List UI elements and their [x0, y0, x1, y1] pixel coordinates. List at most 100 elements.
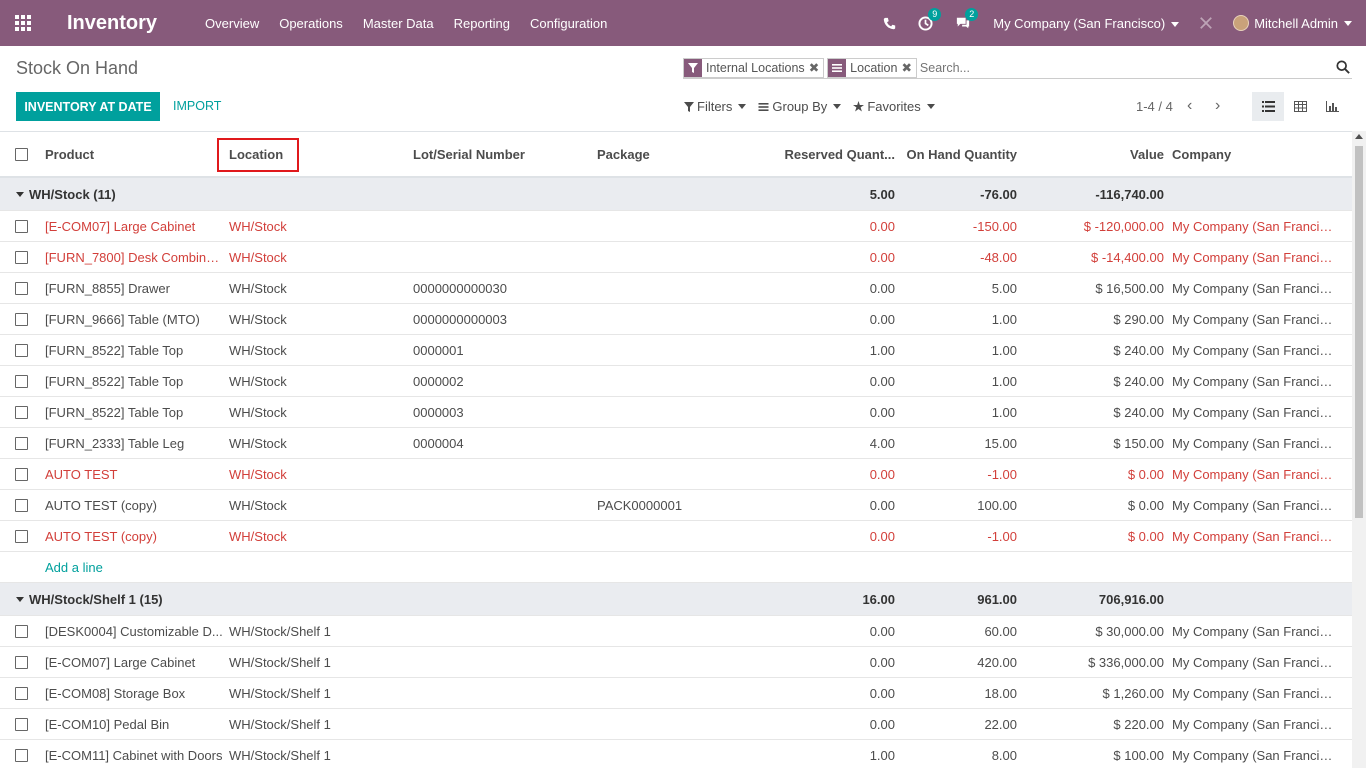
cell-reserved: 0.00	[869, 497, 895, 513]
column-header-company[interactable]: Company	[1172, 132, 1334, 176]
menu-overview[interactable]: Overview	[205, 16, 259, 31]
row-checkbox[interactable]	[15, 687, 28, 700]
row-checkbox[interactable]	[15, 718, 28, 731]
column-header-package[interactable]: Package	[597, 132, 775, 176]
column-header-value[interactable]: Value	[1023, 132, 1164, 176]
star-icon	[853, 101, 865, 112]
filters-dropdown[interactable]: Filters	[684, 99, 747, 114]
table-row[interactable]: [FURN_8855] Drawer WH/Stock 0000000000030 0…	[0, 273, 1352, 304]
cell-product: [FURN_8855] Drawer	[45, 280, 170, 296]
cell-onhand: 18.00	[984, 685, 1017, 701]
table-row[interactable]: [FURN_7800] Desk Combinat... WH/Stock 0.00…	[0, 242, 1352, 273]
table-row[interactable]: AUTO TEST (copy) WH/Stock 0.00 -1.00 $ 0.00 M…	[0, 521, 1352, 552]
pager-previous-icon[interactable]: ‹	[1187, 98, 1192, 114]
app-menu-icon[interactable]	[0, 0, 46, 46]
select-all-checkbox[interactable]	[15, 148, 28, 161]
search-facet-location[interactable]: Location ✖	[827, 57, 917, 78]
cell-product: [FURN_2333] Table Leg	[45, 435, 185, 451]
column-header-product[interactable]: Product	[45, 132, 223, 176]
menu-operations[interactable]: Operations	[279, 16, 343, 31]
search-facet-internal-locations[interactable]: Internal Locations ✖	[683, 57, 825, 78]
table-row[interactable]: AUTO TEST (copy) WH/Stock PACK0000001 0.00 1…	[0, 490, 1352, 521]
table-row[interactable]: [FURN_8522] Table Top WH/Stock 0000002 0.00…	[0, 366, 1352, 397]
scroll-thumb[interactable]	[1355, 146, 1363, 518]
graph-view-icon[interactable]	[1316, 92, 1348, 121]
menu-master-data[interactable]: Master Data	[363, 16, 434, 31]
remove-facet-icon[interactable]: ✖	[901, 59, 915, 77]
row-checkbox[interactable]	[15, 220, 28, 233]
row-checkbox[interactable]	[15, 468, 28, 481]
list-view-icon[interactable]	[1252, 92, 1284, 121]
table-row[interactable]: [DESK0004] Customizable D... WH/Stock/She…	[0, 616, 1352, 647]
cell-product: AUTO TEST	[45, 466, 118, 482]
cell-package	[597, 273, 775, 303]
favorites-dropdown[interactable]: Favorites	[853, 99, 935, 114]
cell-lot	[413, 616, 591, 646]
cell-package	[597, 335, 775, 365]
row-checkbox[interactable]	[15, 656, 28, 669]
column-header-onhand[interactable]: On Hand Quantity	[901, 132, 1018, 176]
facet-label: Internal Locations	[706, 60, 805, 75]
phone-icon[interactable]	[883, 17, 896, 30]
cell-package	[597, 366, 775, 396]
cell-reserved: 0.00	[869, 528, 895, 544]
row-checkbox[interactable]	[15, 749, 28, 762]
table-row[interactable]: [E-COM07] Large Cabinet WH/Stock/Shelf 1 0…	[0, 647, 1352, 678]
app-title[interactable]: Inventory	[67, 12, 157, 35]
table-row[interactable]: [FURN_2333] Table Leg WH/Stock 0000004 4.00…	[0, 428, 1352, 459]
groupby-dropdown[interactable]: Group By	[758, 99, 842, 114]
table-row[interactable]: [E-COM11] Cabinet with Doors WH/Stock/She…	[0, 740, 1352, 768]
column-header-lot[interactable]: Lot/Serial Number	[413, 132, 591, 176]
top-navbar: Inventory Overview Operations Master Dat…	[0, 0, 1366, 46]
caret-down-icon	[16, 192, 24, 197]
pager-value[interactable]: 1-4 / 4	[1136, 99, 1173, 114]
user-menu[interactable]: Mitchell Admin	[1233, 15, 1352, 31]
row-checkbox[interactable]	[15, 282, 28, 295]
search-input[interactable]	[919, 57, 1352, 78]
search-icon[interactable]	[1336, 60, 1350, 77]
cell-company: My Company (San Francis...	[1172, 685, 1334, 701]
row-checkbox[interactable]	[15, 625, 28, 638]
row-checkbox[interactable]	[15, 313, 28, 326]
row-checkbox[interactable]	[15, 251, 28, 264]
cell-location: WH/Stock	[229, 466, 287, 482]
inventory-at-date-button[interactable]: INVENTORY AT DATE	[16, 92, 160, 121]
menu-configuration[interactable]: Configuration	[530, 16, 607, 31]
company-switcher[interactable]: My Company (San Francisco)	[993, 16, 1180, 31]
group-row[interactable]: WH/Stock (11) 5.00 -76.00 -116,740.00	[0, 178, 1352, 211]
activity-clock-icon[interactable]: 9	[918, 7, 942, 31]
import-button[interactable]: IMPORT	[173, 99, 221, 113]
row-checkbox[interactable]	[15, 437, 28, 450]
cell-product: [FURN_8522] Table Top	[45, 404, 184, 420]
row-checkbox[interactable]	[15, 406, 28, 419]
table-row[interactable]: [FURN_8522] Table Top WH/Stock 0000001 1.00…	[0, 335, 1352, 366]
scrollbar[interactable]	[1352, 131, 1366, 768]
debug-tools-icon[interactable]	[1199, 16, 1213, 30]
search-options: Filters Group By Favorites	[684, 99, 947, 114]
menu-reporting[interactable]: Reporting	[454, 16, 510, 31]
table-row[interactable]: [E-COM07] Large Cabinet WH/Stock 0.00 -150.…	[0, 211, 1352, 242]
scroll-up-icon[interactable]	[1355, 134, 1363, 139]
table-row[interactable]: AUTO TEST WH/Stock 0.00 -1.00 $ 0.00 My Compa…	[0, 459, 1352, 490]
cell-reserved: 0.00	[869, 466, 895, 482]
cell-value: $ 100.00	[1113, 747, 1164, 763]
add-line-link[interactable]: Add a line	[45, 552, 103, 582]
group-row[interactable]: WH/Stock/Shelf 1 (15) 16.00 961.00 706,916.…	[0, 583, 1352, 616]
table-row[interactable]: [FURN_8522] Table Top WH/Stock 0000003 0.00…	[0, 397, 1352, 428]
remove-facet-icon[interactable]: ✖	[809, 59, 823, 77]
table-row[interactable]: [E-COM10] Pedal Bin WH/Stock/Shelf 1 0.00 2…	[0, 709, 1352, 740]
row-checkbox[interactable]	[15, 499, 28, 512]
row-checkbox[interactable]	[15, 530, 28, 543]
table-row[interactable]: [E-COM08] Storage Box WH/Stock/Shelf 1 0.0…	[0, 678, 1352, 709]
pager-next-icon[interactable]: ›	[1215, 98, 1220, 114]
cell-package	[597, 521, 775, 551]
cell-reserved: 0.00	[869, 716, 895, 732]
pivot-view-icon[interactable]	[1284, 92, 1316, 121]
row-checkbox[interactable]	[15, 344, 28, 357]
messages-icon[interactable]: 2	[955, 8, 979, 30]
column-header-reserved[interactable]: Reserved Quant...	[775, 132, 895, 176]
row-checkbox[interactable]	[15, 375, 28, 388]
table-row[interactable]: [FURN_9666] Table (MTO) WH/Stock 000000000…	[0, 304, 1352, 335]
cell-value: $ 290.00	[1113, 311, 1164, 327]
cell-onhand: 8.00	[991, 747, 1017, 763]
